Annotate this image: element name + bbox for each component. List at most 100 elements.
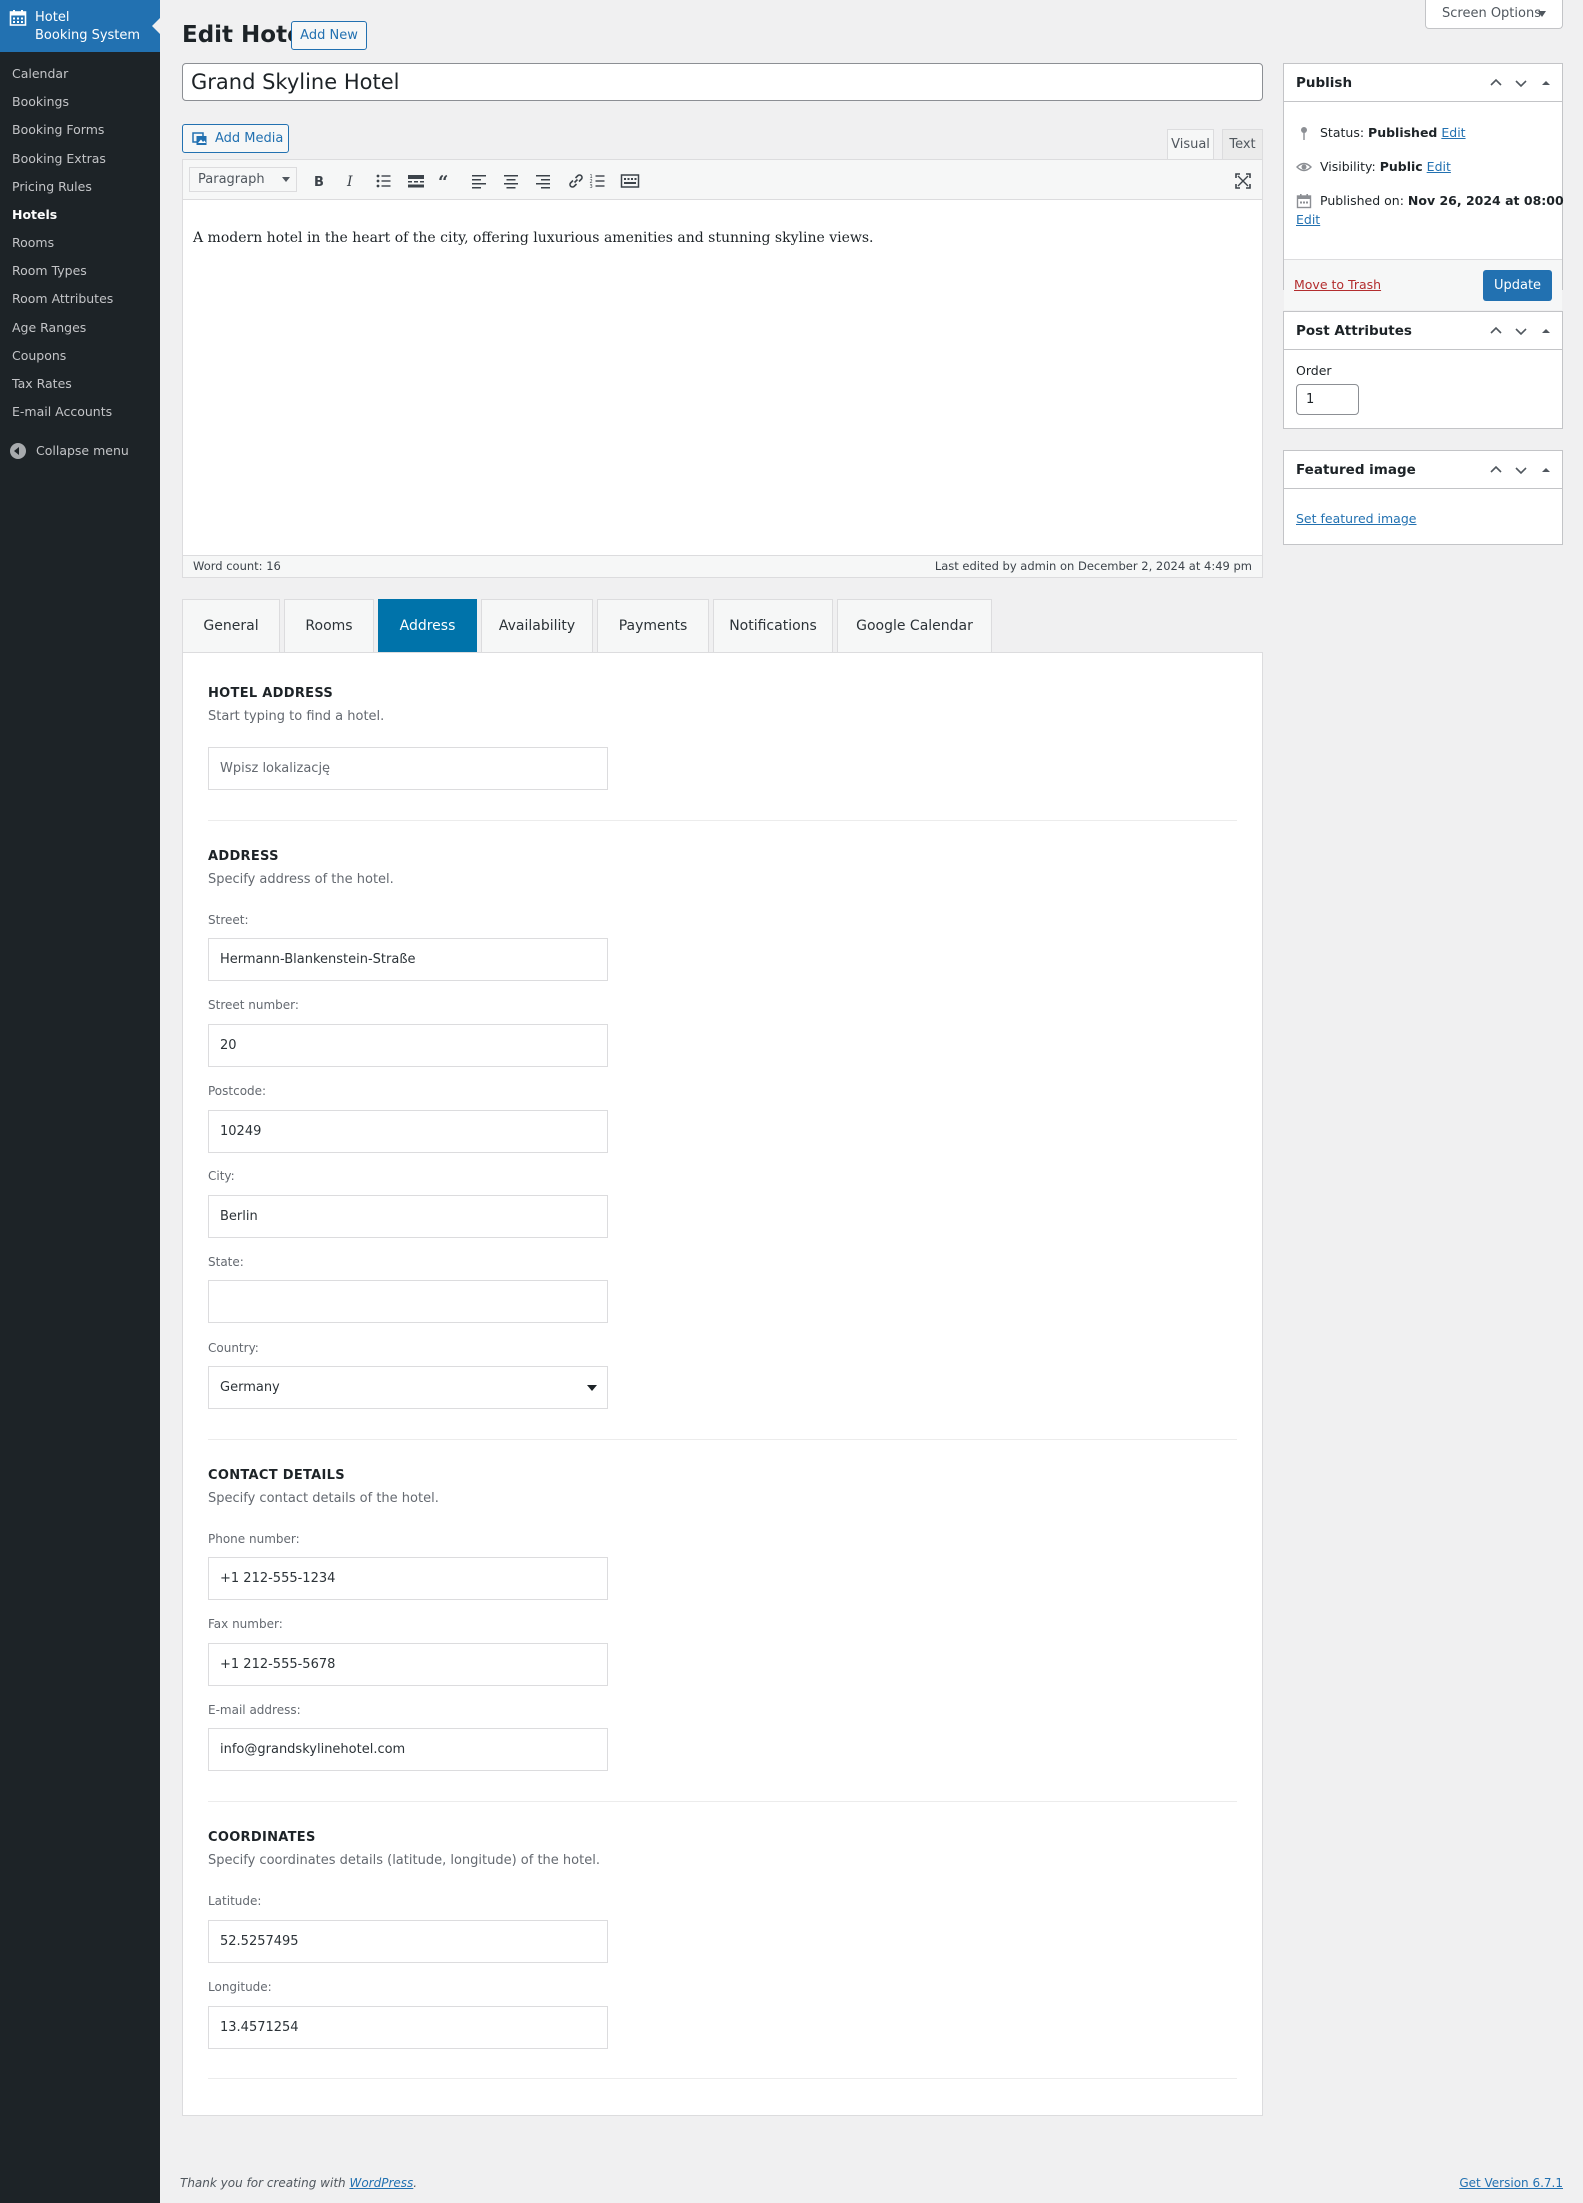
- latitude-input[interactable]: 52.5257495: [208, 1920, 608, 1963]
- move-to-trash-link[interactable]: Move to Trash: [1294, 277, 1381, 293]
- section-divider: [208, 820, 1237, 821]
- format-select[interactable]: Paragraph: [189, 167, 297, 192]
- street-input[interactable]: Hermann-Blankenstein-Straße: [208, 938, 608, 981]
- sidebar-item-calendar[interactable]: Calendar: [12, 66, 68, 82]
- tab-address[interactable]: Address: [378, 599, 477, 652]
- order-input[interactable]: 1: [1296, 384, 1359, 415]
- update-button[interactable]: Update: [1483, 270, 1552, 301]
- eye-icon: [1296, 162, 1312, 172]
- link-icon[interactable]: [566, 171, 586, 191]
- country-select[interactable]: Germany: [208, 1366, 608, 1409]
- sidebar-item-hotels[interactable]: Hotels: [12, 207, 57, 223]
- hotel-search-input[interactable]: Wpisz lokalizację: [208, 747, 608, 790]
- svg-text:“: “: [438, 172, 448, 191]
- sidebar-item-coupons[interactable]: Coupons: [12, 348, 66, 364]
- phone-input[interactable]: +1 212-555-1234: [208, 1557, 608, 1600]
- toggle-arrow-icon[interactable]: [1538, 323, 1554, 339]
- fax-input[interactable]: +1 212-555-5678: [208, 1643, 608, 1686]
- longitude-input[interactable]: 13.4571254: [208, 2006, 608, 2049]
- sidebar-item-bookings[interactable]: Bookings: [12, 94, 69, 110]
- sidebar-item-age-ranges[interactable]: Age Ranges: [12, 320, 86, 336]
- state-input[interactable]: [208, 1280, 608, 1323]
- sidebar-item-room-attributes[interactable]: Room Attributes: [12, 291, 113, 307]
- get-version-link[interactable]: Get Version 6.7.1: [1459, 2176, 1563, 2191]
- tab-rooms[interactable]: Rooms: [284, 599, 374, 652]
- wordpress-link[interactable]: WordPress: [349, 2176, 413, 2190]
- email-input[interactable]: info@grandskylinehotel.com: [208, 1728, 608, 1771]
- email-label: E-mail address:: [208, 1703, 301, 1717]
- contact-desc: Specify contact details of the hotel.: [208, 1491, 439, 1506]
- fullscreen-icon[interactable]: [1233, 171, 1253, 191]
- italic-icon[interactable]: I: [341, 171, 361, 191]
- collapse-menu-label: Collapse menu: [36, 443, 129, 458]
- tab-general[interactable]: General: [182, 599, 280, 652]
- section-divider: [208, 1439, 1237, 1440]
- align-left-icon[interactable]: [469, 171, 489, 191]
- align-right-icon[interactable]: [533, 171, 553, 191]
- add-media-button[interactable]: Add Media: [182, 124, 289, 153]
- tab-payments[interactable]: Payments: [597, 599, 709, 652]
- publish-actions: Move to Trash Update: [1284, 259, 1562, 310]
- sidebar-item-pricing-rules[interactable]: Pricing Rules: [12, 179, 92, 195]
- chevron-down-icon[interactable]: [1513, 462, 1529, 478]
- publish-box-header: Publish: [1284, 64, 1562, 102]
- media-icon: [192, 132, 207, 145]
- numbered-list-icon[interactable]: 123: [588, 171, 608, 191]
- set-featured-image-link[interactable]: Set featured image: [1296, 511, 1416, 527]
- status-label: Status:: [1320, 125, 1365, 140]
- sidebar-item-tax-rates[interactable]: Tax Rates: [12, 376, 72, 392]
- toolbar-toggle-icon[interactable]: [620, 171, 640, 191]
- blockquote-icon[interactable]: “: [436, 171, 456, 191]
- visibility-value: Public: [1379, 159, 1423, 174]
- publish-box: Publish Status: Published Edit Visibilit…: [1283, 63, 1564, 310]
- fax-label: Fax number:: [208, 1617, 283, 1631]
- tab-availability[interactable]: Availability: [481, 599, 593, 652]
- chevron-down-icon[interactable]: [1513, 75, 1529, 91]
- tab-notifications[interactable]: Notifications: [713, 599, 833, 652]
- street-number-input[interactable]: 20: [208, 1024, 608, 1067]
- street-label: Street:: [208, 913, 249, 927]
- post-title-input[interactable]: Grand Skyline Hotel: [182, 63, 1263, 101]
- tab-visual[interactable]: Visual: [1167, 129, 1214, 160]
- hotel-address-desc: Start typing to find a hotel.: [208, 709, 385, 724]
- sidebar-item-room-types[interactable]: Room Types: [12, 263, 87, 279]
- editor-content[interactable]: A modern hotel in the heart of the city,…: [193, 228, 873, 248]
- city-input[interactable]: Berlin: [208, 1195, 608, 1238]
- editor-status-bar: Word count: 16 Last edited by admin on D…: [183, 555, 1262, 577]
- edit-date-link[interactable]: Edit: [1296, 212, 1320, 228]
- status-value: Published: [1368, 125, 1438, 140]
- edit-visibility-link[interactable]: Edit: [1427, 159, 1451, 174]
- chevron-up-icon[interactable]: [1488, 75, 1504, 91]
- chevron-up-icon[interactable]: [1488, 323, 1504, 339]
- align-center-icon[interactable]: [501, 171, 521, 191]
- sidebar-item-email-accounts[interactable]: E-mail Accounts: [12, 404, 112, 420]
- bold-icon[interactable]: B: [309, 171, 329, 191]
- section-divider: [208, 1801, 1237, 1802]
- tab-google-calendar[interactable]: Google Calendar: [837, 599, 992, 652]
- collapse-icon: [10, 443, 26, 459]
- sidebar-item-rooms[interactable]: Rooms: [12, 235, 54, 251]
- coordinates-desc: Specify coordinates details (latitude, l…: [208, 1853, 600, 1868]
- postcode-input[interactable]: 10249: [208, 1110, 608, 1153]
- edit-status-link[interactable]: Edit: [1441, 125, 1465, 140]
- toggle-arrow-icon[interactable]: [1538, 75, 1554, 91]
- admin-sidebar: Hotel Booking System Calendar Bookings B…: [0, 0, 160, 2203]
- street-number-label: Street number:: [208, 998, 299, 1012]
- footer-thanks-suffix: .: [413, 2176, 418, 2190]
- tab-text[interactable]: Text: [1222, 129, 1263, 160]
- sidebar-item-booking-extras[interactable]: Booking Extras: [12, 151, 106, 167]
- add-new-button[interactable]: Add New: [291, 21, 367, 50]
- sidebar-item-booking-forms[interactable]: Booking Forms: [12, 122, 104, 138]
- read-more-icon[interactable]: [406, 171, 426, 191]
- chevron-up-icon[interactable]: [1488, 462, 1504, 478]
- footer-thanks: Thank you for creating with WordPress.: [180, 2176, 417, 2191]
- screen-options-button[interactable]: Screen Options: [1425, 0, 1563, 29]
- featured-image-title: Featured image: [1296, 462, 1416, 478]
- toggle-arrow-icon[interactable]: [1538, 462, 1554, 478]
- chevron-down-icon[interactable]: [1513, 323, 1529, 339]
- svg-text:B: B: [314, 175, 324, 190]
- sidebar-brand[interactable]: Hotel Booking System: [0, 0, 160, 52]
- chevron-down-icon: [587, 1385, 597, 1391]
- bulleted-list-icon[interactable]: [374, 171, 394, 191]
- phone-label: Phone number:: [208, 1532, 300, 1546]
